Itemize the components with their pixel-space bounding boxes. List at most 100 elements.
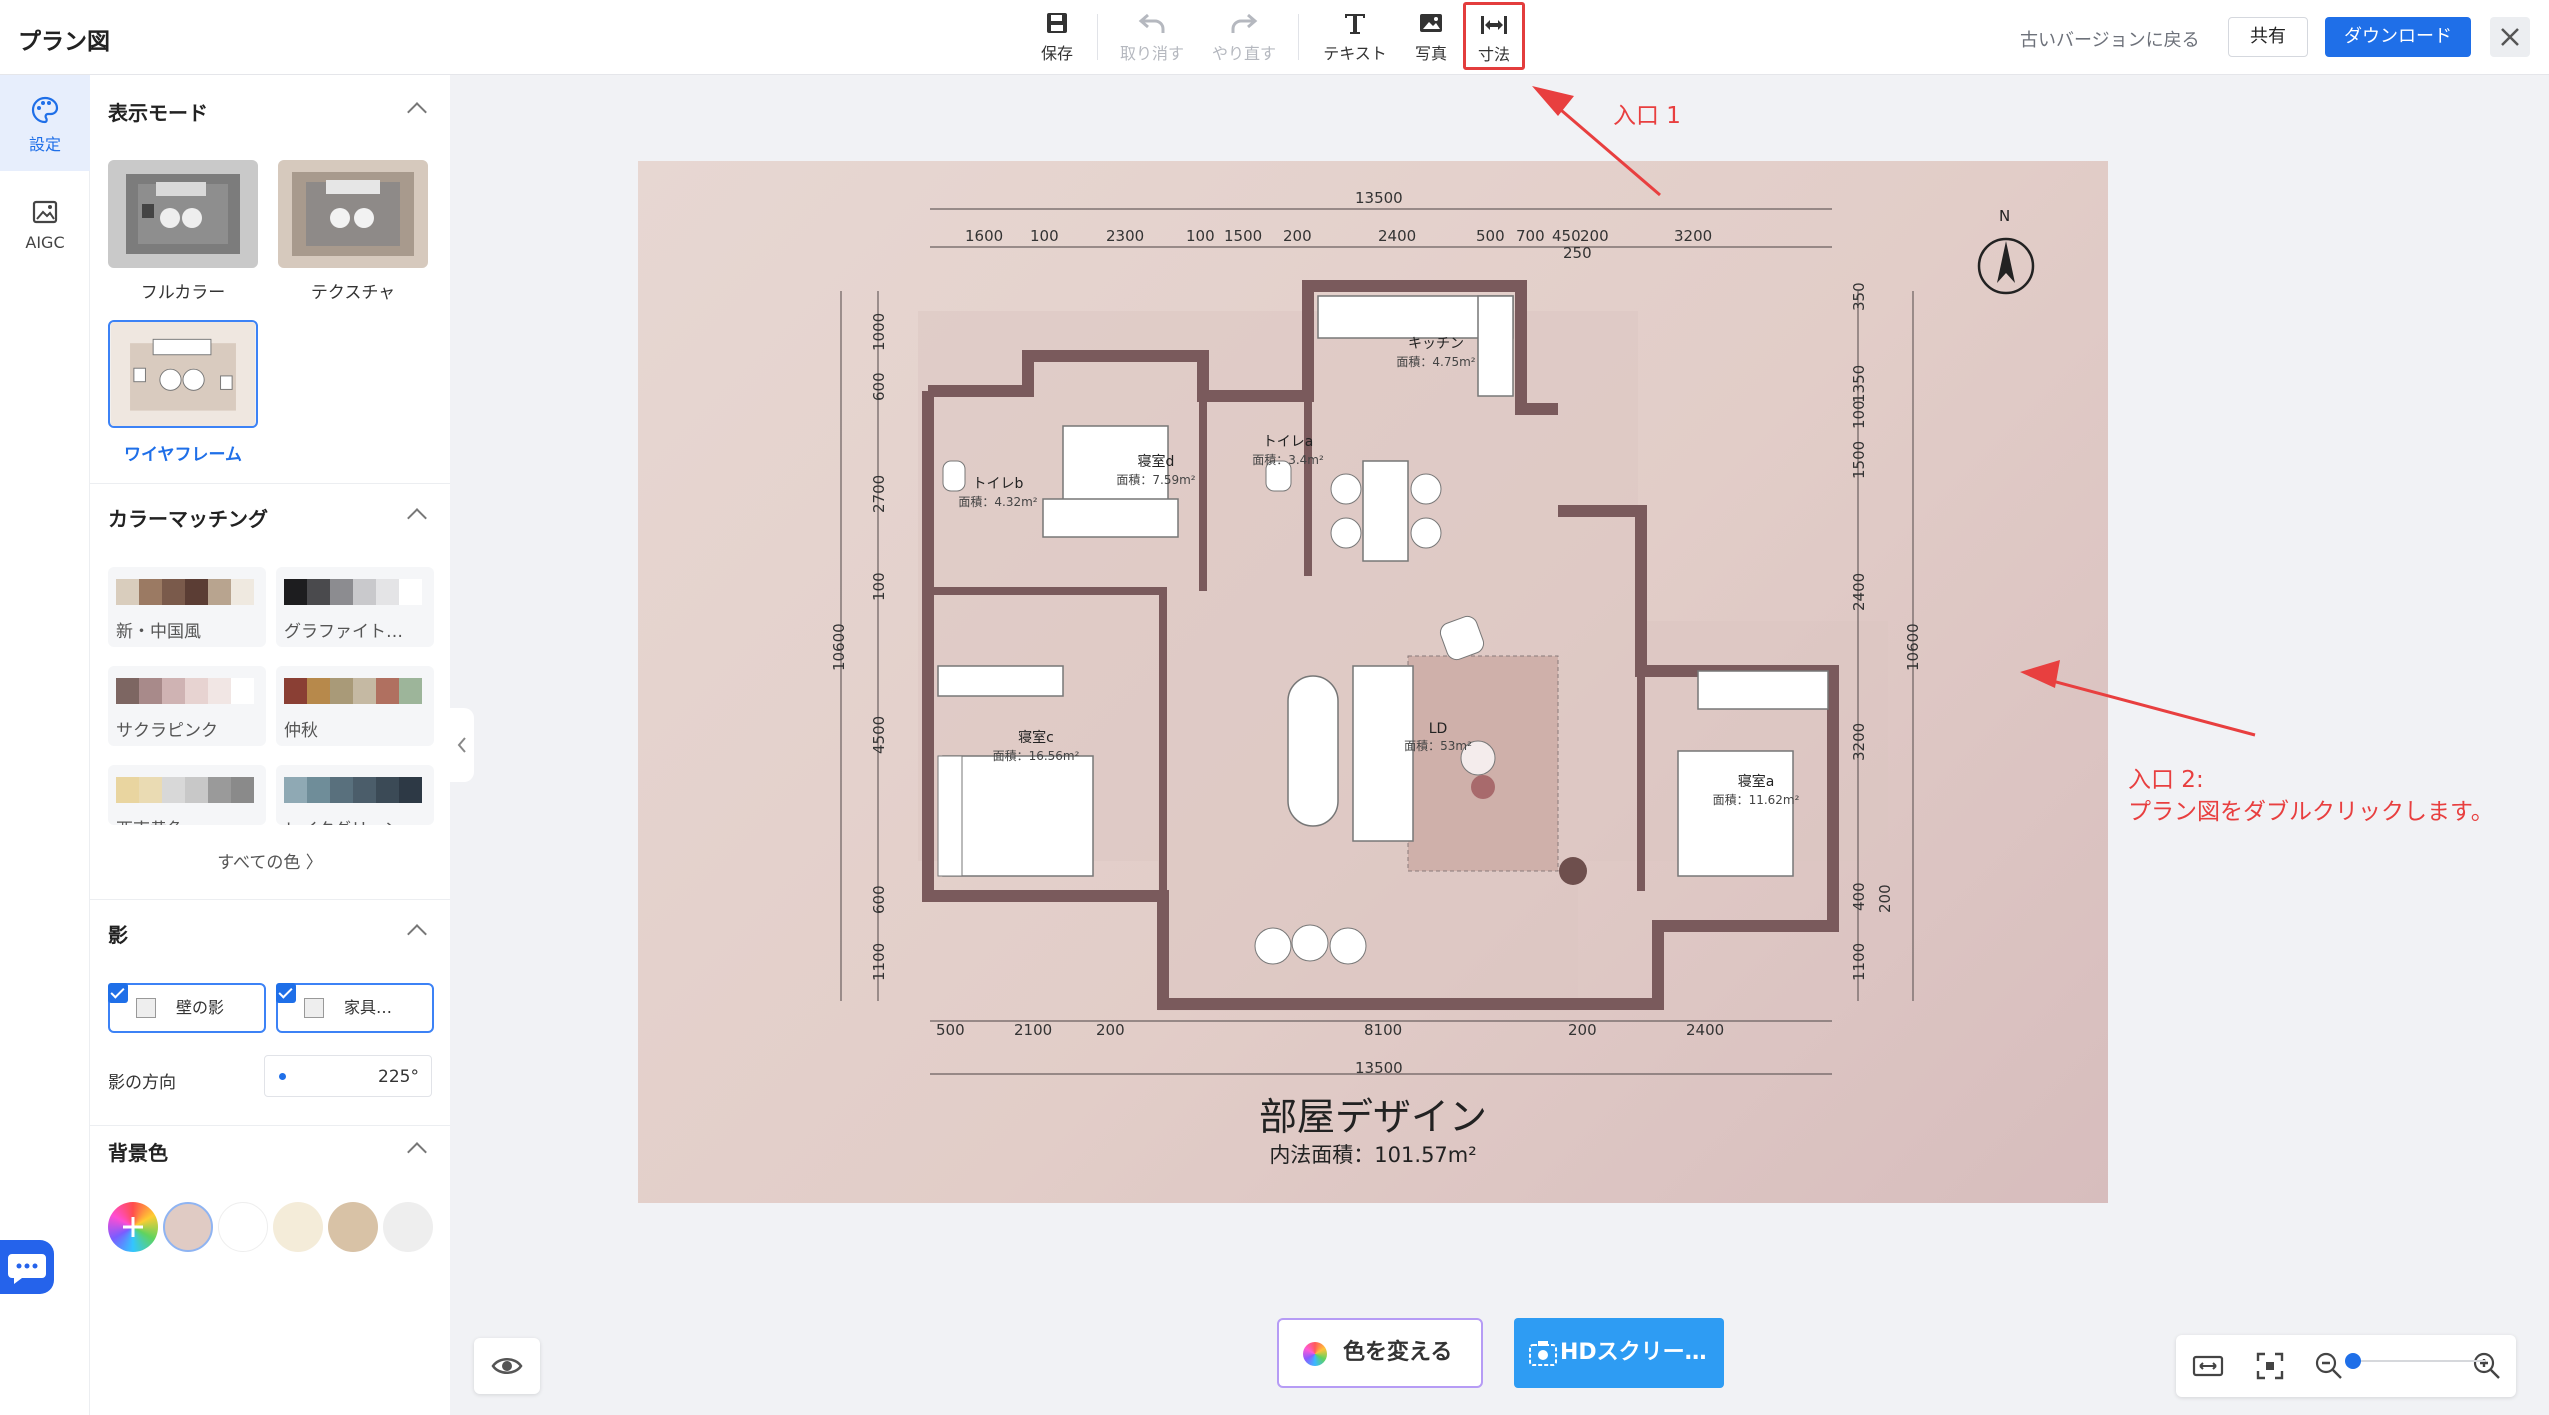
- dimension-label: 1500: [1850, 440, 1868, 479]
- zoom-out-icon[interactable]: [2312, 1349, 2346, 1383]
- mode-label-wireframe: ワイヤフレーム: [124, 445, 242, 465]
- collapse-chevron-icon[interactable]: [407, 1142, 427, 1162]
- dimension-label: 3200: [1674, 227, 1713, 245]
- zoom-slider-handle[interactable]: [2345, 1353, 2361, 1369]
- palette-swatch: [162, 777, 185, 803]
- background-swatch[interactable]: [273, 1202, 323, 1252]
- palette-swatch: [208, 777, 231, 803]
- checkbox-checked-icon: [108, 983, 128, 1003]
- fullscreen-icon[interactable]: [2250, 1346, 2290, 1386]
- floor-plan[interactable]: 13500 1600 100 2300 100 1500 200 2400 500 700 450 2…: [638, 161, 2108, 1203]
- save-icon: [1047, 13, 1067, 33]
- save-button[interactable]: 保存: [1017, 10, 1097, 70]
- palette-card[interactable]: 新・中国風: [108, 567, 266, 647]
- shadow-direction-input[interactable]: 225°: [264, 1055, 432, 1097]
- photo-button[interactable]: 写真: [1391, 10, 1471, 70]
- dimension-label: 500: [936, 1021, 965, 1039]
- undo-button[interactable]: 取り消す: [1112, 10, 1192, 70]
- palette-swatch: [185, 777, 208, 803]
- room-area: 面積：53m²: [1404, 739, 1472, 753]
- room-label: キッチン 面積：4.75m²: [1376, 333, 1496, 370]
- all-colors-link[interactable]: すべての色 〉: [90, 848, 450, 873]
- shadow-title: 影: [108, 923, 128, 947]
- text-button[interactable]: テキスト: [1315, 10, 1395, 70]
- palette-swatch: [330, 678, 353, 704]
- panel-collapse-tab[interactable]: [450, 708, 474, 782]
- top-bar: プラン図 保存 取り消す やり直す テキスト 写真 寸法 古いバージョンに戻る …: [0, 0, 2549, 75]
- room-label: トイレb 面積：4.32m²: [938, 473, 1058, 510]
- dimension-label: 1100: [870, 942, 888, 981]
- fit-width-icon[interactable]: [2188, 1346, 2228, 1386]
- room-label: 寝室a 面積：11.62m²: [1696, 771, 1816, 808]
- room-area: 面積：4.75m²: [1396, 355, 1476, 369]
- zoom-in-icon[interactable]: [2470, 1349, 2504, 1383]
- share-button[interactable]: 共有: [2228, 17, 2308, 57]
- palette-card[interactable]: 西南黄色: [108, 765, 266, 825]
- palette-card[interactable]: レイクグリーン: [276, 765, 434, 825]
- palette-swatch: [399, 678, 422, 704]
- palette-swatch: [231, 579, 254, 605]
- wireframe-thumbnail: [110, 322, 256, 426]
- background-swatch[interactable]: [383, 1202, 433, 1252]
- dimension-label: 100: [1850, 400, 1868, 429]
- palette-swatch: [208, 579, 231, 605]
- redo-label: やり直す: [1211, 44, 1276, 63]
- custom-color-picker[interactable]: [108, 1202, 158, 1252]
- palette-card[interactable]: 仲秋: [276, 666, 434, 746]
- room-name: 寝室a: [1737, 774, 1775, 790]
- palette-name: 西南黄色: [116, 815, 256, 825]
- mode-full-color[interactable]: [108, 160, 258, 268]
- hd-screenshot-button[interactable]: HDスクリー…: [1514, 1318, 1724, 1388]
- room-label: LD 面積：53m²: [1378, 721, 1498, 754]
- mode-label-full-color: フルカラー: [140, 283, 226, 303]
- palette-swatch: [139, 579, 162, 605]
- rail-item-aigc[interactable]: AIGC: [0, 177, 90, 273]
- rail-item-settings[interactable]: 設定: [0, 75, 90, 171]
- background-swatch[interactable]: [328, 1202, 378, 1252]
- furniture-shadow-toggle[interactable]: 家具…: [276, 983, 434, 1033]
- mode-wireframe[interactable]: [108, 320, 258, 428]
- chat-button[interactable]: [0, 1240, 54, 1294]
- change-color-button[interactable]: 色を変える: [1277, 1318, 1483, 1388]
- visibility-toggle[interactable]: [474, 1338, 540, 1394]
- collapse-chevron-icon[interactable]: [407, 508, 427, 528]
- background-swatch[interactable]: [163, 1202, 213, 1252]
- wall-shadow-toggle[interactable]: 壁の影: [108, 983, 266, 1033]
- mode-texture[interactable]: [278, 160, 428, 268]
- palette-swatch: [284, 579, 307, 605]
- background-color-title: 背景色: [108, 1141, 168, 1165]
- dimension-label: 200: [1096, 1021, 1125, 1039]
- checkbox-checked-icon: [276, 983, 296, 1003]
- dimension-label: 2400: [1378, 227, 1417, 245]
- collapse-chevron-icon[interactable]: [407, 102, 427, 122]
- room-name: LD: [1428, 721, 1448, 737]
- close-button[interactable]: [2490, 17, 2530, 57]
- zoom-slider-track[interactable]: [2355, 1360, 2485, 1362]
- download-button[interactable]: ダウンロード: [2325, 17, 2471, 57]
- palette-icon: [31, 96, 59, 124]
- revert-version-link[interactable]: 古いバージョンに戻る: [2020, 26, 2200, 52]
- icon-rail: 設定 AIGC: [0, 75, 90, 1415]
- texture-thumbnail: [278, 160, 428, 268]
- palette-name: 新・中国風: [116, 622, 201, 642]
- settings-panel: 表示モード フルカラー テクスチャ ワイヤフレーム カラーマッチング 新・中国風…: [90, 75, 450, 1415]
- palette-swatch: [208, 678, 231, 704]
- dimension-label: 2400: [1686, 1021, 1725, 1039]
- palette-card[interactable]: サクラピンク: [108, 666, 266, 746]
- dimension-label: 250: [1563, 244, 1592, 262]
- palette-swatch: [162, 579, 185, 605]
- camera-icon: [1529, 1341, 1557, 1366]
- palette-swatch: [399, 579, 422, 605]
- room-area: 面積：7.59m²: [1116, 473, 1196, 487]
- app-title: プラン図: [18, 29, 110, 55]
- redo-icon: [1231, 13, 1258, 33]
- annotation-entry-1: 入口 1: [1613, 103, 1681, 129]
- dimension-button[interactable]: 寸法: [1463, 2, 1525, 70]
- dimension-label: 2700: [870, 474, 888, 513]
- collapse-chevron-icon[interactable]: [407, 924, 427, 944]
- palette-card[interactable]: グラファイト…: [276, 567, 434, 647]
- dimension-label: 2400: [1850, 572, 1868, 611]
- redo-button[interactable]: やり直す: [1204, 10, 1284, 70]
- background-swatch[interactable]: [218, 1202, 268, 1252]
- undo-icon: [1138, 13, 1165, 33]
